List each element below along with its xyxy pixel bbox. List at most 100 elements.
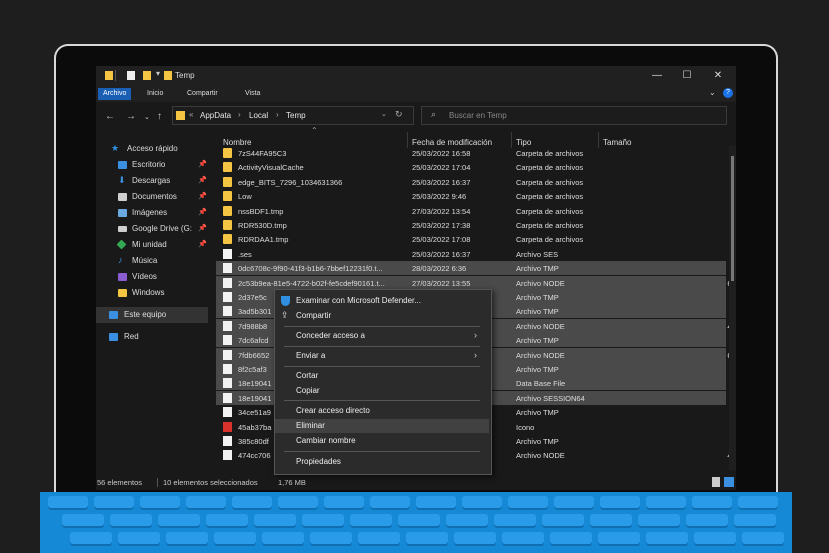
keyboard-key (166, 532, 208, 546)
file-size: 0 KB (656, 336, 737, 345)
help-icon[interactable]: ? (723, 88, 733, 98)
file-type: Carpeta de archivos (516, 206, 584, 216)
tab-vista[interactable]: Vista (240, 88, 265, 100)
file-icon (223, 349, 232, 360)
up-arrow-icon[interactable]: ↑ (157, 111, 162, 122)
menu-item-enviar-a[interactable]: Enviar a › (275, 349, 489, 363)
file-row[interactable]: Low 25/03/2022 9:46 Carpeta de archivos (216, 189, 726, 203)
address-bar[interactable]: « AppData › Local › Temp ⌄ ↻ (172, 106, 414, 125)
sidebar-item-documentos[interactable]: Documentos 📌 (96, 189, 208, 205)
sidebar-item-label: Google Drive (G: (132, 224, 193, 233)
file-row[interactable]: nssBDF1.tmp 27/03/2022 13:54 Carpeta de ar… (216, 204, 726, 218)
sidebar-item-escritorio[interactable]: Escritorio 📌 (96, 157, 208, 173)
vertical-scrollbar[interactable] (729, 146, 736, 470)
sidebar-item-label: Red (124, 332, 139, 341)
file-icon (223, 450, 232, 461)
menu-separator (284, 346, 480, 347)
keyboard-key (110, 514, 152, 528)
file-date: 27/03/2022 13:55 (412, 278, 471, 288)
file-type: Archivo TMP (516, 437, 559, 446)
sidebar-item-videos[interactable]: Vídeos (96, 269, 208, 285)
tab-compartir[interactable]: Compartir (182, 88, 223, 100)
properties-icon[interactable] (127, 71, 135, 80)
menu-item-crear-acceso-directo[interactable]: Crear acceso directo (275, 404, 489, 418)
keyboard-key (454, 532, 496, 546)
keyboard-key (214, 532, 256, 546)
ribbon-tabs: Archivo Inicio Compartir Vista ⌄ (96, 86, 736, 102)
file-row[interactable]: 7zS44FA95C3 25/03/2022 16:58 Carpeta de ar… (216, 146, 726, 160)
menu-item-eliminar[interactable]: Eliminar (275, 419, 489, 433)
file-row[interactable]: edge_BITS_7296_1034631366 25/03/2022 16:3… (216, 175, 726, 189)
crumb-temp[interactable]: Temp (286, 111, 306, 120)
menu-item-defender[interactable]: Examinar con Microsoft Defender... (275, 294, 489, 308)
context-menu: Examinar con Microsoft Defender... ⇪ Com… (274, 289, 492, 475)
details-view-icon[interactable] (712, 477, 720, 487)
chevron-right-icon[interactable]: › (276, 110, 279, 119)
menu-item-cortar[interactable]: Cortar (275, 369, 489, 383)
sidebar-item-label: Mi unidad (132, 240, 167, 249)
file-row[interactable]: ActivityVisualCache 25/03/2022 17:04 Carpe… (216, 160, 726, 174)
file-size: 1 KB (656, 250, 737, 259)
keyboard-key (462, 496, 502, 510)
back-arrow-icon[interactable]: ← (105, 111, 115, 122)
keyboard-key (554, 496, 594, 510)
sidebar-item-mi-unidad[interactable]: Mi unidad 📌 (96, 237, 208, 253)
file-type: Archivo SES (516, 249, 559, 259)
sidebar-item-acceso-rapido[interactable]: ★ Acceso rápido (96, 141, 208, 157)
minimize-button[interactable]: — (645, 68, 669, 84)
sidebar-item-red[interactable]: Red (96, 329, 208, 345)
file-row[interactable]: 0dc6708c-9f90-41f3-b1b6-7bbef12231f0.t..… (216, 261, 736, 276)
file-row[interactable]: .ses 25/03/2022 16:37 Archivo SES 1 KB (216, 247, 736, 261)
sidebar-item-imagenes[interactable]: Imágenes 📌 (96, 205, 208, 221)
download-icon: ⬇ (118, 175, 126, 185)
ribbon-expand-icon[interactable]: ⌄ (709, 88, 716, 97)
crumb-local[interactable]: Local (249, 111, 268, 120)
keyboard-key (590, 514, 632, 528)
file-row[interactable]: 2c53b9ea-81e5-4722-b02f-fe5cdef90161.t..… (216, 275, 736, 290)
close-button[interactable]: ✕ (706, 68, 730, 84)
menu-item-compartir[interactable]: ⇪ Compartir (275, 309, 489, 323)
file-size: 477 KB (656, 451, 736, 460)
chevron-right-icon: › (474, 350, 477, 360)
refresh-icon[interactable]: ↻ (395, 109, 403, 120)
crumb-appdata[interactable]: AppData (200, 111, 231, 120)
menu-separator (284, 451, 480, 452)
sidebar-item-descargas[interactable]: ⬇ Descargas 📌 (96, 173, 208, 189)
file-type: Archivo NODE (516, 278, 565, 288)
navigation-pane: ★ Acceso rápido Escritorio 📌 ⬇ Descargas… (96, 132, 208, 472)
maximize-button[interactable]: ☐ (675, 68, 699, 84)
folder-icon (223, 220, 232, 230)
file-type: Carpeta de archivos (516, 177, 584, 187)
overflow-crumb[interactable]: « (189, 110, 193, 119)
menu-item-conceder-acceso[interactable]: Conceder acceso a › (275, 329, 489, 343)
search-input[interactable]: ⌕ Buscar en Temp (421, 106, 727, 125)
sidebar-item-musica[interactable]: ♪ Música (96, 253, 208, 269)
menu-item-copiar[interactable]: Copiar (275, 384, 489, 398)
menu-separator (284, 326, 480, 327)
keyboard-key (646, 496, 686, 510)
scrollbar-thumb[interactable] (731, 156, 734, 281)
chevron-right-icon: › (474, 330, 477, 340)
tab-inicio[interactable]: Inicio (142, 88, 168, 100)
forward-arrow-icon[interactable]: → (126, 111, 136, 122)
new-folder-icon[interactable] (143, 71, 151, 80)
sidebar-item-este-equipo[interactable]: Este equipo (96, 307, 208, 323)
keyboard-key (398, 514, 440, 528)
sidebar-item-label: Este equipo (124, 310, 167, 319)
menu-item-propiedades[interactable]: Propiedades (275, 455, 489, 469)
pin-icon: 📌 (198, 177, 207, 184)
keyboard-key (446, 514, 488, 528)
sidebar-item-windows[interactable]: Windows (96, 285, 208, 301)
quick-access-dropdown-icon[interactable]: ▾ (156, 69, 160, 78)
large-icons-view-icon[interactable] (724, 477, 734, 487)
recent-dropdown-icon[interactable]: ⌄ (144, 113, 150, 121)
chevron-right-icon[interactable]: › (238, 110, 241, 119)
keyboard-key (310, 532, 352, 546)
sidebar-item-google-drive[interactable]: Google Drive (G: 📌 (96, 221, 208, 237)
file-row[interactable]: RDR530D.tmp 25/03/2022 17:38 Carpeta de ar… (216, 218, 726, 232)
address-dropdown-icon[interactable]: ⌄ (381, 110, 387, 118)
menu-item-cambiar-nombre[interactable]: Cambiar nombre (275, 434, 489, 448)
file-row[interactable]: RDRDAA1.tmp 25/03/2022 17:08 Carpeta de ar… (216, 232, 726, 246)
keyboard-key (508, 496, 548, 510)
tab-archivo[interactable]: Archivo (98, 88, 132, 100)
